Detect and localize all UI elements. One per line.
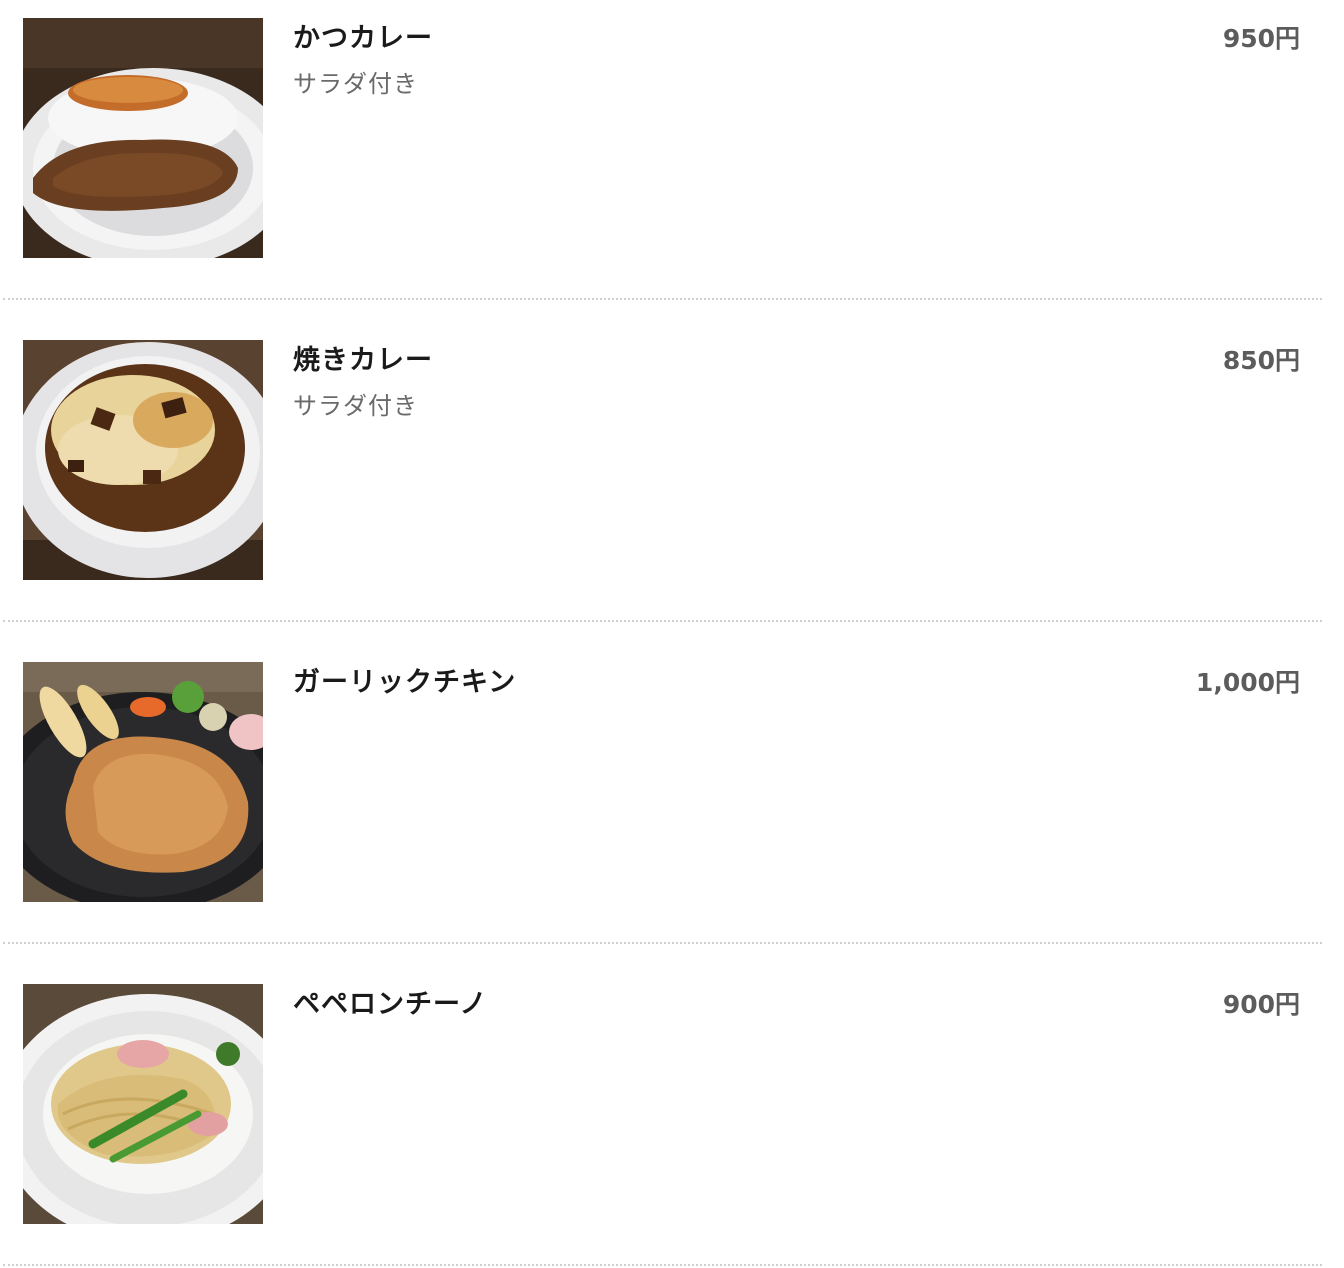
baked-curry-photo <box>23 340 263 580</box>
menu-item[interactable]: ガーリックチキン 1,000円 <box>0 644 1344 966</box>
katsu-curry-photo <box>23 18 263 258</box>
garlic-chicken-photo <box>23 662 263 902</box>
menu-item[interactable]: かつカレー サラダ付き 950円 <box>0 0 1344 322</box>
menu-list: かつカレー サラダ付き 950円 焼きカレー サラダ付き 850円 ガーリックチ… <box>0 0 1344 1268</box>
item-name: ガーリックチキン <box>293 667 517 698</box>
menu-item[interactable]: 焼きカレー サラダ付き 850円 <box>0 322 1344 644</box>
divider <box>3 620 1322 622</box>
item-name: かつカレー <box>293 23 433 54</box>
item-description: サラダ付き <box>293 70 418 98</box>
divider <box>3 298 1322 300</box>
item-price: 1,000円 <box>1195 668 1300 697</box>
divider <box>3 1264 1322 1266</box>
item-price: 950円 <box>1222 24 1300 53</box>
menu-item[interactable]: ペペロンチーノ 900円 <box>0 966 1344 1268</box>
item-description: サラダ付き <box>293 392 418 420</box>
peperoncino-photo <box>23 984 263 1224</box>
divider <box>3 942 1322 944</box>
item-price: 850円 <box>1222 346 1300 375</box>
item-price: 900円 <box>1222 990 1300 1019</box>
item-name: ペペロンチーノ <box>293 989 488 1020</box>
item-name: 焼きカレー <box>293 345 433 376</box>
